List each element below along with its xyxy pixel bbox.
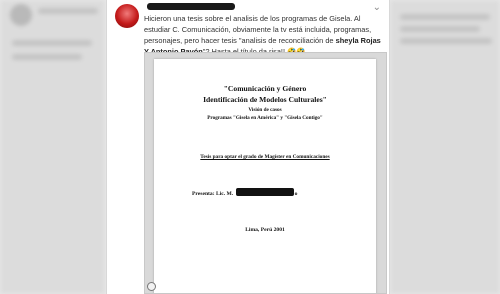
background-text-line: [38, 8, 98, 14]
document-thesis-line: Tesis para optar el grado de Magíster en…: [200, 154, 330, 160]
redacted-username: [147, 3, 235, 10]
background-avatar: [10, 4, 32, 26]
document-subtitle1: Visión de casos: [248, 107, 282, 113]
tweet-text: Hicieron una tesis sobre el analisis de …: [144, 13, 384, 57]
document-presenter: Presenta: Lic. M. o: [192, 188, 297, 197]
document-place-date: Lima, Perú 2001: [245, 227, 285, 233]
chevron-down-icon[interactable]: ⌄: [373, 2, 381, 13]
redacted-name: [235, 188, 294, 196]
thesis-cover-page: "Comunicación y Género Identificación de…: [154, 59, 376, 293]
tweet-card[interactable]: ⌄ Hicieron una tesis sobre el analisis d…: [106, 0, 390, 294]
document-subtitle2: Programas "Gisela en América" y "Gisela …: [207, 115, 323, 121]
background-text-line: [400, 38, 492, 44]
document-title-line2: Identificación de Modelos Culturales": [203, 95, 327, 104]
background-text-line: [12, 54, 82, 60]
background-text-line: [400, 14, 490, 20]
presenter-suffix: o: [294, 191, 298, 197]
presenter-prefix: Presenta: Lic. M.: [192, 191, 234, 197]
background-left-column: [0, 0, 105, 294]
avatar[interactable]: [115, 4, 139, 28]
background-text-line: [12, 40, 92, 46]
background-right-column: [390, 0, 500, 294]
document-title-line1: "Comunicación y Género: [223, 84, 307, 93]
image-corner-icon: [147, 282, 156, 291]
background-text-line: [400, 26, 480, 32]
tweet-image-attachment[interactable]: "Comunicación y Género Identificación de…: [144, 52, 387, 294]
